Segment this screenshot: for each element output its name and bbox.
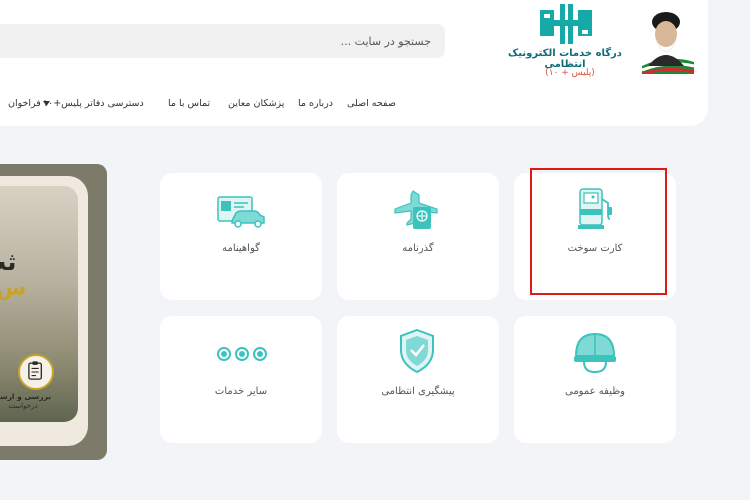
service-card-passport[interactable]: گذرنامه [337, 173, 499, 300]
service-label-license: گواهینامه [222, 243, 260, 254]
nav-contact[interactable]: تماس با ما [168, 98, 210, 112]
service-card-license[interactable]: گواهینامه [160, 173, 322, 300]
service-card-prevention[interactable]: پیشگیری انتظامی [337, 316, 499, 443]
service-label-other: سایر خدمات [214, 386, 268, 397]
leader-portrait [641, 12, 695, 74]
banner-subheadline: س [0, 276, 27, 301]
license-car-icon [217, 196, 265, 228]
service-card-other[interactable]: سایر خدمات [160, 316, 322, 443]
service-label-military: وظیفه عمومی [564, 386, 625, 397]
service-label-fuel: کارت سوخت [567, 243, 623, 254]
service-label-prevention: پیشگیری انتظامی [381, 386, 455, 397]
promo-banner[interactable]: ثب س بررسی و ارسال درخواست [0, 164, 107, 460]
banner-step-sub: درخواست [8, 402, 38, 410]
nav-calls[interactable]: فراخوان [8, 98, 41, 112]
banner-step-title: بررسی و ارسال [0, 392, 52, 401]
logo-title: درگاه خدمات الکترونیک انتظامی [508, 48, 622, 70]
nav-about[interactable]: درباره ما [298, 98, 333, 112]
banner-headline: ثب [0, 248, 17, 276]
chevron-down-icon [43, 101, 50, 106]
helmet-icon [574, 332, 616, 374]
clipboard-icon [18, 354, 54, 390]
fuel-pump-icon [578, 188, 612, 229]
service-card-military[interactable]: وظیفه عمومی [514, 316, 676, 443]
logo-subtitle: (پلیس + ۱۰) [545, 68, 595, 78]
search-box[interactable] [0, 24, 445, 58]
nav-offices[interactable]: دسترسی دفاتر پلیس+۱۰ [43, 98, 144, 112]
nav-home[interactable]: صفحه اصلی [347, 98, 396, 112]
search-input[interactable] [0, 24, 445, 58]
nav-doctors[interactable]: پزشکان معاین [228, 98, 284, 112]
police-logo-icon [540, 4, 592, 44]
service-card-fuel[interactable]: کارت سوخت [514, 173, 676, 300]
service-label-passport: گذرنامه [402, 243, 434, 254]
passport-plane-icon [394, 190, 438, 229]
more-dots-icon [217, 347, 267, 361]
shield-check-icon [400, 328, 434, 374]
